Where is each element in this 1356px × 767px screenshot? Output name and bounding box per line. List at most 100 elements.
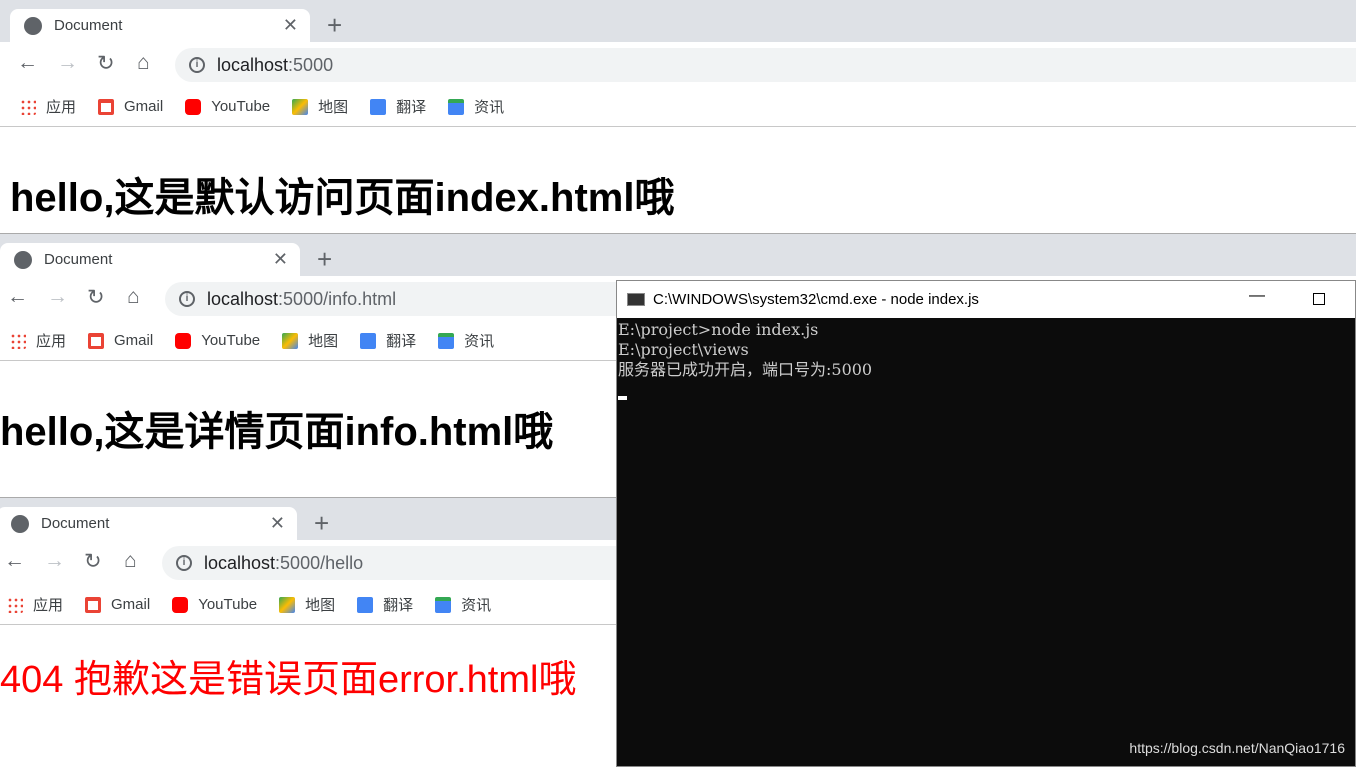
reload-button[interactable]: ↻ [97,51,115,76]
new-tab-button[interactable]: + [327,12,342,38]
close-tab-icon[interactable]: ✕ [283,15,298,36]
page-heading: hello,这是详情页面info.html哦 [0,410,554,454]
bookmark-label: 翻译 [383,597,414,614]
back-button[interactable]: ← [4,549,25,573]
bookmark-item[interactable]: 应用 [10,330,66,351]
browser-window: Document ✕ + ← → ↻ ⌂ i localhost:5000 应用… [0,0,1356,232]
bookmark-label: Gmail [114,332,154,349]
globe-icon [24,16,42,35]
gmail-icon [88,332,105,349]
reload-button[interactable]: ↻ [84,549,102,574]
bookmark-item[interactable]: 资讯 [438,330,494,351]
gmail-icon [98,98,115,115]
forward-button[interactable]: → [47,285,68,309]
bookmark-label: 资讯 [464,333,495,350]
bookmark-item[interactable]: 翻译 [360,330,416,351]
url-host: localhost [207,288,279,309]
back-button[interactable]: ← [7,285,28,309]
tab-document[interactable]: Document ✕ [0,507,297,540]
address-bar[interactable]: i localhost:5000 [175,48,1356,82]
apps-icon [10,332,26,349]
close-tab-icon[interactable]: ✕ [270,513,285,534]
bookmarks-bar: 应用 Gmail YouTube 地图 翻译 资讯 [0,87,1356,127]
forward-button[interactable]: → [44,549,65,573]
bookmark-item[interactable]: YouTube [185,98,270,115]
home-button[interactable]: ⌂ [137,51,150,75]
cmd-icon [627,293,645,306]
console-output[interactable]: E:\project>node index.js E:\project\view… [617,318,1355,400]
info-icon[interactable]: i [189,57,205,73]
page-heading: hello,这是默认访问页面index.html哦 [10,176,675,220]
bookmark-item[interactable]: 翻译 [370,96,426,117]
bookmark-label: 翻译 [396,99,427,116]
url-path: :5000/info.html [278,288,397,309]
url-path: :5000/hello [275,552,364,573]
cmd-titlebar[interactable]: C:\WINDOWS\system32\cmd.exe - node index… [617,281,1355,318]
home-button[interactable]: ⌂ [124,549,137,573]
forward-button[interactable]: → [57,51,78,75]
globe-icon [14,250,32,269]
bookmark-label: 地图 [305,597,336,614]
bookmark-item[interactable]: Gmail [88,332,153,349]
maps-icon [282,332,299,349]
page-content: 404 抱歉这是错误页面error.html哦 [0,648,576,703]
close-tab-icon[interactable]: ✕ [273,249,288,270]
globe-icon [11,514,29,533]
tab-title: Document [44,251,113,268]
tab-strip: Document ✕ + [0,234,1356,276]
maximize-button[interactable] [1313,293,1325,305]
bookmark-label: 应用 [33,597,64,614]
bookmark-label: 应用 [46,99,77,116]
bookmark-item[interactable]: 资讯 [435,594,491,615]
bookmark-item[interactable]: 应用 [20,96,76,117]
news-icon [448,98,465,115]
page-content: hello,这是默认访问页面index.html哦 [10,165,674,223]
minimize-button[interactable]: — [1249,287,1265,305]
back-button[interactable]: ← [17,51,38,75]
cmd-window: C:\WINDOWS\system32\cmd.exe - node index… [616,280,1356,767]
bookmark-item[interactable]: 应用 [7,594,63,615]
new-tab-button[interactable]: + [317,246,332,272]
error-message: 404 抱歉这是错误页面error.html哦 [0,659,577,701]
bookmark-item[interactable]: YouTube [172,596,257,613]
youtube-icon [175,332,192,349]
bookmark-label: Gmail [124,98,164,115]
console-cursor [618,396,627,400]
console-line: E:\project\views [618,340,749,359]
bookmark-label: 应用 [36,333,67,350]
translate-icon [370,98,387,115]
bookmark-item[interactable]: 地图 [279,594,335,615]
bookmark-item[interactable]: 翻译 [357,594,413,615]
bookmark-item[interactable]: YouTube [175,332,260,349]
url-path: :5000 [288,54,334,75]
tab-strip: Document ✕ + [0,0,1356,42]
url-host: localhost [204,552,276,573]
bookmark-label: YouTube [201,332,261,349]
new-tab-button[interactable]: + [314,510,329,536]
bookmark-item[interactable]: 资讯 [448,96,504,117]
console-line: E:\project>node index.js [618,320,819,339]
tab-document[interactable]: Document ✕ [10,9,310,42]
news-icon [438,332,455,349]
page-content: hello,这是详情页面info.html哦 [0,399,553,457]
info-icon[interactable]: i [179,291,195,307]
bookmark-item[interactable]: 地图 [292,96,348,117]
news-icon [435,596,452,613]
info-icon[interactable]: i [176,555,192,571]
tab-title: Document [41,515,110,532]
bookmark-item[interactable]: 地图 [282,330,338,351]
toolbar: ← → ↻ ⌂ i localhost:5000 [0,42,1356,87]
translate-icon [357,596,374,613]
tab-document[interactable]: Document ✕ [0,243,300,276]
cmd-title: C:\WINDOWS\system32\cmd.exe - node index… [653,291,979,308]
console-line: 服务器已成功开启，端口号为:5000 [618,360,873,379]
bookmark-label: 地图 [318,99,349,116]
bookmark-label: YouTube [198,596,258,613]
bookmark-item[interactable]: Gmail [85,596,150,613]
bookmark-item[interactable]: Gmail [98,98,163,115]
reload-button[interactable]: ↻ [87,285,105,310]
youtube-icon [185,98,202,115]
bookmark-label: 翻译 [386,333,417,350]
watermark: https://blog.csdn.net/NanQiao1716 [1129,740,1345,756]
home-button[interactable]: ⌂ [127,285,140,309]
